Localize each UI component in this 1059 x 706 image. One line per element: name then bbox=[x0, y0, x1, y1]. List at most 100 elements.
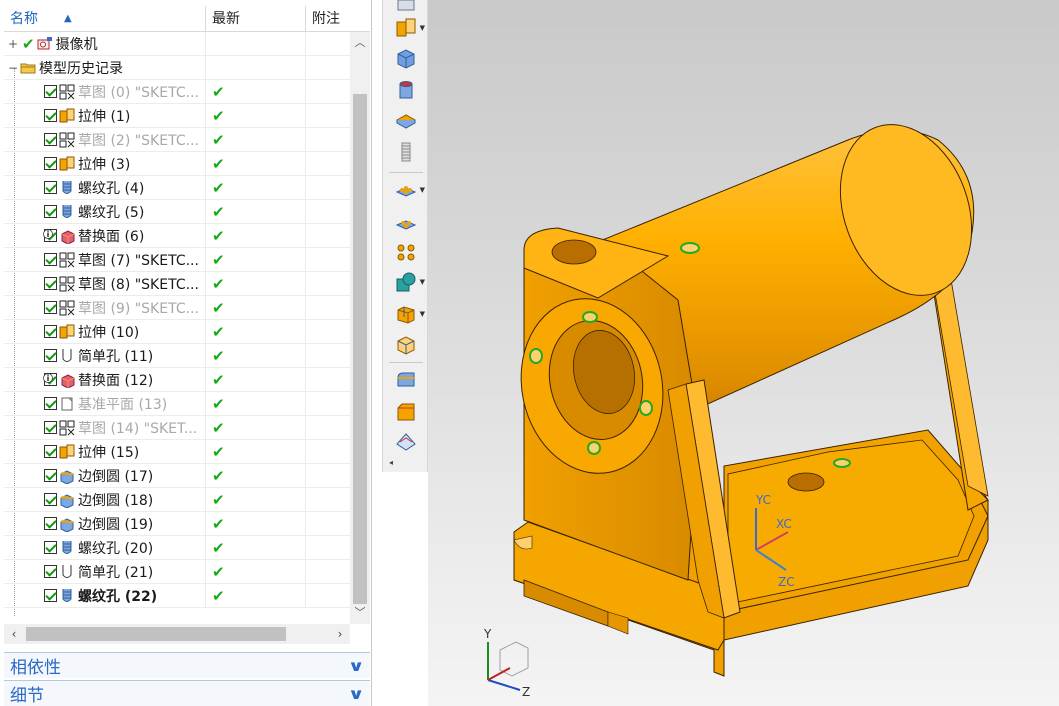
tree-row[interactable]: 边倒圆 (18) ✔ bbox=[4, 487, 350, 512]
feature-visibility-checkbox[interactable] bbox=[44, 349, 57, 362]
tree-row[interactable]: 拉伸 (10) ✔ bbox=[4, 319, 350, 344]
tree-row[interactable]: 简单孔 (11) ✔ bbox=[4, 343, 350, 368]
toolbar-more-icon[interactable]: ◂ bbox=[389, 458, 393, 467]
tree-row-name-cell[interactable]: 替换面 (6) bbox=[4, 223, 206, 248]
feature-visibility-checkbox[interactable] bbox=[44, 517, 57, 530]
graphics-viewport[interactable]: YC XC ZC Y Z bbox=[428, 0, 1059, 706]
thread-tool-button[interactable] bbox=[391, 138, 421, 166]
tree-row[interactable]: − 模型历史记录 bbox=[4, 55, 350, 80]
feature-visibility-checkbox[interactable] bbox=[44, 493, 57, 506]
tree-row-name-cell[interactable]: 替换面 (12) bbox=[4, 367, 206, 392]
column-header-latest[interactable]: 最新 bbox=[206, 6, 306, 32]
tree-row-name-cell[interactable]: 拉伸 (3) bbox=[4, 151, 206, 176]
details-panel[interactable]: 细节 ∨ bbox=[4, 680, 370, 706]
tree-row-name-cell[interactable]: 简单孔 (11) bbox=[4, 343, 206, 368]
tree-row[interactable]: 草图 (7) "SKETC... ✔ bbox=[4, 247, 350, 272]
feature-visibility-checkbox[interactable] bbox=[44, 157, 57, 170]
horizontal-scrollbar[interactable]: ‹ › bbox=[4, 624, 350, 644]
feature-visibility-checkbox[interactable] bbox=[44, 253, 57, 266]
tree-row-name-cell[interactable]: − 模型历史记录 bbox=[4, 55, 206, 80]
feature-visibility-checkbox[interactable] bbox=[44, 421, 57, 434]
tree-row-name-cell[interactable]: 拉伸 (1) bbox=[4, 103, 206, 128]
feature-visibility-checkbox[interactable] bbox=[44, 109, 57, 122]
tree-row[interactable]: 螺纹孔 (20) ✔ bbox=[4, 535, 350, 560]
tree-row[interactable]: 螺纹孔 (4) ✔ bbox=[4, 175, 350, 200]
feature-visibility-checkbox[interactable] bbox=[44, 397, 57, 410]
feature-visibility-checkbox[interactable] bbox=[44, 181, 57, 194]
tree-row[interactable]: 草图 (9) "SKETC... ✔ bbox=[4, 295, 350, 320]
tree-row[interactable]: 基准平面 (13) ✔ bbox=[4, 391, 350, 416]
tree-row[interactable]: 边倒圆 (19) ✔ bbox=[4, 511, 350, 536]
feature-visibility-checkbox[interactable] bbox=[44, 277, 57, 290]
tree-row-name-cell[interactable]: 草图 (7) "SKETC... bbox=[4, 247, 206, 272]
unite-button[interactable]: ▼ bbox=[391, 268, 425, 296]
chamfer-button[interactable] bbox=[391, 398, 421, 426]
tree-row-name-cell[interactable]: 边倒圆 (17) bbox=[4, 463, 206, 488]
tree-row-name-cell[interactable]: 螺纹孔 (20) bbox=[4, 535, 206, 560]
tree-row-name-cell[interactable]: 螺纹孔 (4) bbox=[4, 175, 206, 200]
thread-marker[interactable] bbox=[833, 458, 851, 468]
scroll-down-icon[interactable]: ﹀ bbox=[350, 604, 370, 622]
tree-row[interactable]: 边倒圆 (17) ✔ bbox=[4, 463, 350, 488]
tree-row-name-cell[interactable]: 简单孔 (21) bbox=[4, 559, 206, 584]
vertical-scroll-thumb[interactable] bbox=[353, 94, 367, 604]
dropdown-arrow-icon[interactable]: ▼ bbox=[420, 278, 425, 286]
feature-visibility-checkbox[interactable] bbox=[44, 445, 57, 458]
horizontal-scroll-thumb[interactable] bbox=[26, 627, 286, 641]
work-csys[interactable]: YC XC ZC bbox=[744, 490, 824, 590]
feature-visibility-checkbox[interactable] bbox=[44, 541, 57, 554]
thread-marker[interactable] bbox=[529, 348, 543, 364]
offset-face-button[interactable] bbox=[391, 330, 421, 358]
feature-visibility-checkbox[interactable] bbox=[44, 589, 57, 602]
thread-marker[interactable] bbox=[639, 400, 653, 416]
tree-row-name-cell[interactable]: 边倒圆 (18) bbox=[4, 487, 206, 512]
collapse-icon[interactable]: − bbox=[8, 61, 18, 75]
scroll-right-icon[interactable]: › bbox=[330, 624, 350, 644]
feature-visibility-checkbox[interactable] bbox=[44, 301, 57, 314]
tree-row-name-cell[interactable]: 拉伸 (15) bbox=[4, 439, 206, 464]
tree-row-name-cell[interactable]: 草图 (9) "SKETC... bbox=[4, 295, 206, 320]
column-header-name[interactable]: 名称 ▲ bbox=[4, 6, 206, 32]
feature-visibility-checkbox[interactable] bbox=[44, 469, 57, 482]
feature-visibility-checkbox[interactable] bbox=[44, 565, 57, 578]
view-triad[interactable]: Y Z bbox=[480, 628, 540, 698]
cylinder-tool-button[interactable] bbox=[391, 76, 421, 104]
tree-row[interactable]: + ✔ 摄像机 bbox=[4, 32, 350, 56]
column-header-note[interactable]: 附注 bbox=[306, 6, 370, 32]
tree-row[interactable]: 拉伸 (1) ✔ bbox=[4, 103, 350, 128]
dependencies-panel[interactable]: 相依性 ∨ bbox=[4, 652, 370, 678]
chevron-down-icon[interactable]: ∨ bbox=[347, 685, 364, 703]
tree-row-name-cell[interactable]: 边倒圆 (19) bbox=[4, 511, 206, 536]
tree-row[interactable]: 草图 (14) "SKET... ✔ bbox=[4, 415, 350, 440]
chevron-down-icon[interactable]: ∨ bbox=[347, 657, 364, 675]
edge-blend-button[interactable] bbox=[391, 366, 421, 394]
tree-row[interactable]: 简单孔 (21) ✔ bbox=[4, 559, 350, 584]
tree-row[interactable]: 替换面 (6) ✔ bbox=[4, 223, 350, 248]
tree-row-name-cell[interactable]: 草图 (14) "SKET... bbox=[4, 415, 206, 440]
thread-marker[interactable] bbox=[587, 441, 601, 455]
tree-row[interactable]: 拉伸 (15) ✔ bbox=[4, 439, 350, 464]
lug-hole[interactable] bbox=[551, 239, 597, 265]
visible-check-icon[interactable]: ✔ bbox=[22, 35, 35, 53]
feature-visibility-checkbox[interactable] bbox=[44, 133, 57, 146]
tree-row-name-cell[interactable]: 基准平面 (13) bbox=[4, 391, 206, 416]
shell-button[interactable]: ▼ bbox=[391, 300, 425, 328]
tree-row-name-cell[interactable]: 螺纹孔 (5) bbox=[4, 199, 206, 224]
tree-row[interactable]: 拉伸 (3) ✔ bbox=[4, 151, 350, 176]
cone-tool-button[interactable] bbox=[391, 106, 421, 134]
tree-row-name-cell[interactable]: + ✔ 摄像机 bbox=[4, 32, 206, 56]
thread-marker[interactable] bbox=[680, 242, 700, 254]
block-tool-button[interactable] bbox=[391, 44, 421, 72]
feature-visibility-checkbox[interactable] bbox=[44, 325, 57, 338]
tree-row-name-cell[interactable]: 拉伸 (10) bbox=[4, 319, 206, 344]
draft-button[interactable] bbox=[391, 428, 421, 456]
tree-row[interactable]: 替换面 (12) ✔ bbox=[4, 367, 350, 392]
tree-row[interactable]: 螺纹孔 (5) ✔ bbox=[4, 199, 350, 224]
pattern-feature-button[interactable]: ▼ bbox=[391, 176, 425, 204]
feature-visibility-checkbox[interactable] bbox=[44, 205, 57, 218]
vertical-scrollbar[interactable]: ︿ ﹀ bbox=[350, 32, 370, 624]
expand-icon[interactable]: + bbox=[8, 37, 18, 51]
tree-row-name-cell[interactable]: 草图 (8) "SKETC... bbox=[4, 271, 206, 296]
thread-marker[interactable] bbox=[582, 311, 598, 323]
tree-row[interactable]: 螺纹孔 (22) ✔ bbox=[4, 583, 350, 608]
